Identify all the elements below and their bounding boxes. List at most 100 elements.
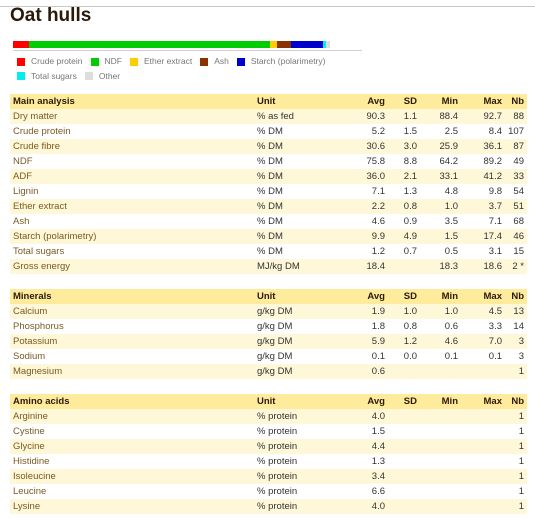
table-row: Potassium g/kg DM 5.9 1.2 4.6 7.0 3 xyxy=(10,334,527,349)
value-cell: 0.1 xyxy=(444,351,458,362)
table-main-analysis: Main analysis Unit Avg SD Min Max Nb Dry matter… xyxy=(10,94,527,274)
legend-label: Crude protein xyxy=(31,56,83,66)
value-cell: 3.1 xyxy=(488,246,502,257)
value-cell: 1.8 xyxy=(371,321,385,332)
value-cell: 3.4 xyxy=(340,469,388,484)
value-cell: 8.8 xyxy=(403,156,417,167)
value-cell xyxy=(461,484,505,499)
table-header: Amino acids Unit Avg SD Min Max Nb xyxy=(10,394,527,409)
legend-label: Ether extract xyxy=(144,56,193,66)
value-cell: 1.5 xyxy=(371,426,385,437)
value-cell xyxy=(420,364,461,379)
value-cell xyxy=(420,454,461,469)
value-cell xyxy=(388,424,420,439)
table-row: Starch (polarimetry)% DM 9.9 4.9 1.5 17.4 46 xyxy=(10,229,527,244)
value-cell: 89.2 xyxy=(483,156,503,167)
column-header: SD xyxy=(388,289,420,304)
row-label: Crude protein xyxy=(13,126,71,137)
row-label: Histidine xyxy=(13,456,50,467)
legend-label: Ash xyxy=(214,56,229,66)
value-cell: 0.8 xyxy=(388,199,420,214)
bar-segment xyxy=(326,41,330,48)
value-cell: 3 xyxy=(518,351,524,362)
legend-label: NDF xyxy=(104,56,122,66)
section-title: Main analysis xyxy=(10,94,254,109)
value-cell: 7.0 xyxy=(461,334,505,349)
row-label: Lysine xyxy=(10,499,254,514)
value-cell: 15 xyxy=(513,246,524,257)
column-header: Nb xyxy=(505,94,527,109)
table-amino-acids: Amino acids Unit Avg SD Min Max Nb Arginine% pr… xyxy=(10,394,527,514)
table-row: Ether extract% DM 2.2 0.8 1.0 3.7 51 xyxy=(10,199,527,214)
unit-cell: % protein xyxy=(254,499,340,514)
value-cell: 46 xyxy=(505,229,527,244)
table-row: Phosphorus g/kg DM 1.8 0.8 0.6 3.3 14 xyxy=(10,319,527,334)
legend-item: Other xyxy=(84,70,121,83)
value-cell xyxy=(388,439,420,454)
value-cell: 0.0 xyxy=(403,351,417,362)
row-label: Crude fibre xyxy=(10,139,254,154)
unit-cell: % DM xyxy=(254,169,340,184)
table-header: Main analysis Unit Avg SD Min Max Nb xyxy=(10,94,527,109)
value-cell: 18.3 xyxy=(420,259,461,274)
value-cell: 1 xyxy=(505,409,527,424)
legend-item: NDF xyxy=(90,55,122,68)
value-cell: 3 xyxy=(505,334,527,349)
row-label: Sodium xyxy=(13,351,46,362)
table-row: NDF % DM 75.8 8.8 64.2 89.2 49 xyxy=(10,154,527,169)
value-cell xyxy=(420,439,461,454)
value-cell: 4.0 xyxy=(340,499,388,514)
legend-label: Total sugars xyxy=(31,70,77,81)
value-cell: 1 xyxy=(505,469,527,484)
value-cell: 1 xyxy=(518,486,524,497)
legend-swatch xyxy=(17,72,25,80)
value-cell: 0.7 xyxy=(403,246,417,257)
legend-swatch xyxy=(17,57,25,66)
value-cell: 68 xyxy=(513,216,524,227)
table-row: Ash % DM 4.6 0.9 3.5 7.1 68 xyxy=(10,214,527,229)
table-row: Gross energy MJ/kg DM 18.4 18.3 18.6 2 * xyxy=(10,259,527,274)
row-label: Cystine xyxy=(13,426,45,437)
value-cell: 33.1 xyxy=(420,169,461,184)
row-label: Leucine xyxy=(13,486,47,497)
table-row: Isoleucine% protein 3.4 1 xyxy=(10,469,527,484)
value-cell: 107 xyxy=(508,126,524,137)
value-cell: 9.9 xyxy=(340,229,388,244)
unit-cell: MJ/kg DM xyxy=(254,259,340,274)
value-cell: 92.7 xyxy=(461,109,505,124)
value-cell: 2.1 xyxy=(388,169,420,184)
value-cell xyxy=(420,424,461,439)
value-cell: 4.8 xyxy=(444,186,458,197)
unit-cell: % protein xyxy=(254,409,340,424)
value-cell: 3.5 xyxy=(444,216,458,227)
bar-segment xyxy=(13,41,30,48)
bar-segment xyxy=(276,41,292,48)
value-cell: 2.5 xyxy=(444,126,458,137)
value-cell: 13 xyxy=(505,304,527,319)
value-cell: 9.8 xyxy=(488,186,502,197)
value-cell: 8.4 xyxy=(488,126,502,137)
value-cell: 1.9 xyxy=(340,304,388,319)
row-label: NDF xyxy=(13,156,33,167)
value-cell xyxy=(420,409,461,424)
legend-label: Other xyxy=(98,70,121,81)
table-header: Minerals Unit Avg SD Min Max Nb xyxy=(10,289,527,304)
value-cell: 1 xyxy=(505,439,527,454)
value-cell: 1.2 xyxy=(371,246,385,257)
value-cell xyxy=(461,454,505,469)
table-row: Lignin % DM 7.1 1.3 4.8 9.8 54 xyxy=(10,184,527,199)
unit-cell: % DM xyxy=(254,229,340,244)
bar-segment xyxy=(269,41,277,48)
row-label: Potassium xyxy=(10,334,254,349)
value-cell: 64.2 xyxy=(439,156,459,167)
row-label: Glycine xyxy=(10,439,254,454)
value-cell xyxy=(461,469,505,484)
value-cell: 36.0 xyxy=(340,169,388,184)
row-label: Calcium xyxy=(10,304,254,319)
value-cell: 0.1 xyxy=(488,351,502,362)
value-cell xyxy=(461,499,505,514)
bar-segment xyxy=(29,41,270,48)
table-minerals: Minerals Unit Avg SD Min Max Nb Calcium g/kg DM 1… xyxy=(10,289,527,379)
value-cell xyxy=(388,259,420,274)
legend-item: Ash xyxy=(200,55,229,68)
